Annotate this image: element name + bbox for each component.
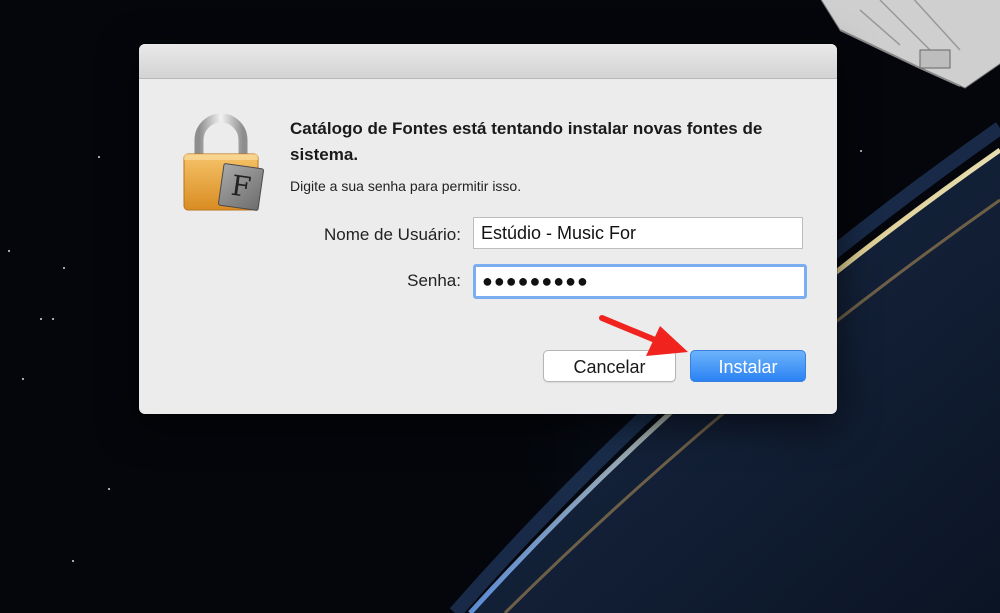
dialog-titlebar xyxy=(139,44,837,79)
dialog-title: Catálogo de Fontes está tentando instala… xyxy=(290,119,763,164)
lock-font-icon: F xyxy=(183,114,264,211)
cancel-button[interactable]: Cancelar xyxy=(543,350,676,382)
username-label: Nome de Usuário: xyxy=(323,225,461,244)
password-dialog: F Catálogo de Fontes está tentando insta… xyxy=(139,44,837,414)
install-button[interactable]: Instalar xyxy=(690,350,806,382)
dialog-subtitle: Digite a sua senha para permitir isso. xyxy=(290,178,522,194)
password-field[interactable]: ●●●●●●●●● xyxy=(473,264,807,299)
password-label: Senha: xyxy=(407,271,461,290)
username-field[interactable] xyxy=(473,217,803,249)
